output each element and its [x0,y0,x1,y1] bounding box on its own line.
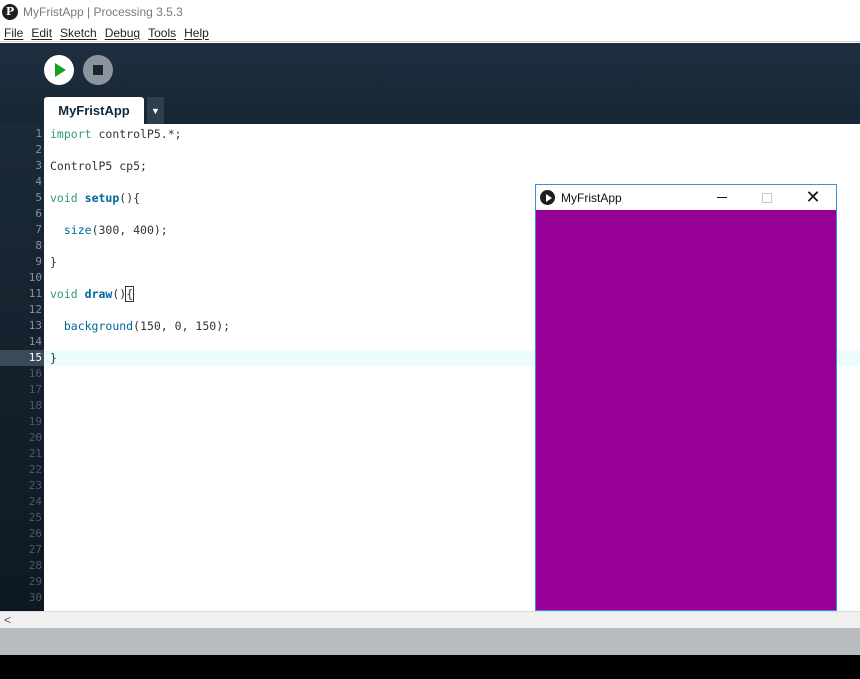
line-number: 3 [35,159,42,172]
tab-myfristapp[interactable]: MyFristApp [44,97,144,124]
scroll-left-icon[interactable]: < [4,612,11,628]
stop-icon [93,65,103,75]
close-button[interactable]: ✕ [790,185,836,210]
menu-help[interactable]: Help [180,26,213,40]
line-number: 24 [28,495,42,508]
stop-button[interactable] [83,55,113,85]
code-call: background [63,319,134,333]
code-function: setup [84,191,120,205]
line-numbers: 1 2 3 4 5 6 7 8 9 10 11 12 13 14 15 16 17 18 19 20 21 22 23 24 2… [0,126,42,606]
line-number: 5 [35,191,42,204]
menu-tools[interactable]: Tools [144,26,180,40]
matching-brace: { [125,286,135,302]
processing-logo-icon: P [2,4,18,20]
line-number: 4 [35,175,42,188]
line-number: 7 [35,223,42,236]
line-number: 29 [28,575,42,588]
window-title: MyFristApp | Processing 3.5.3 [23,5,183,19]
line-number: 17 [28,383,42,396]
minimize-button[interactable] [699,185,745,210]
code-keyword: void [50,191,78,205]
tab-menu-button[interactable]: ▼ [147,97,164,124]
code-line: import controlP5.*; [50,127,182,141]
horizontal-scrollbar[interactable]: < [0,611,860,628]
menu-sketch[interactable]: Sketch [56,26,101,40]
sketch-window-title: MyFristApp [561,190,622,205]
line-number: 20 [28,431,42,444]
line-number: 28 [28,559,42,572]
line-number: 13 [28,319,42,332]
close-icon: ✕ [805,187,821,208]
sketch-app-icon [540,190,555,205]
line-number: 6 [35,207,42,220]
menu-file[interactable]: File [0,26,27,40]
line-number: 27 [28,543,42,556]
line-number: 21 [28,447,42,460]
line-number: 15 [28,351,42,364]
code-text[interactable]: import controlP5.*; ControlP5 cp5; void … [50,126,230,366]
line-number: 30 [28,591,42,604]
line-number: 14 [28,335,42,348]
code-line: void draw(){ [50,286,135,302]
code-function: draw [84,287,113,301]
title-bar: P MyFristApp | Processing 3.5.3 [0,0,860,24]
line-number: 1 [35,127,42,140]
line-number: 16 [28,367,42,380]
console-area[interactable] [0,655,860,679]
line-number: 22 [28,463,42,476]
play-icon [55,63,66,77]
line-number: 26 [28,527,42,540]
code-line: background(150, 0, 150); [63,319,231,333]
menu-debug[interactable]: Debug [101,26,144,40]
code-line: size(300, 400); [63,223,168,237]
code-line: void setup(){ [50,191,141,205]
line-number: 8 [35,239,42,252]
code-line: } [50,351,57,365]
toolbar: MyFristApp ▼ [0,43,860,124]
code-line: } [50,255,57,269]
line-number: 23 [28,479,42,492]
sketch-title-bar[interactable]: MyFristApp ✕ [536,185,836,210]
maximize-icon [762,192,772,203]
sketch-canvas[interactable] [536,210,836,610]
line-number: 9 [35,255,42,268]
line-number: 25 [28,511,42,524]
maximize-button[interactable] [744,185,790,210]
code-keyword: import [50,127,92,141]
menu-bar: File Edit Sketch Debug Tools Help [0,24,860,42]
menu-edit[interactable]: Edit [27,26,56,40]
code-line: ControlP5 cp5; [50,159,147,173]
code-keyword: void [50,287,78,301]
line-number: 2 [35,143,42,156]
line-number: 11 [28,287,42,300]
run-button[interactable] [44,55,74,85]
line-number: 10 [28,271,42,284]
code-call: size [63,223,92,237]
line-number: 12 [28,303,42,316]
line-number: 19 [28,415,42,428]
sketch-window[interactable]: MyFristApp ✕ [535,184,837,611]
line-number: 18 [28,399,42,412]
status-bar [0,628,860,655]
minimize-icon [717,197,727,198]
